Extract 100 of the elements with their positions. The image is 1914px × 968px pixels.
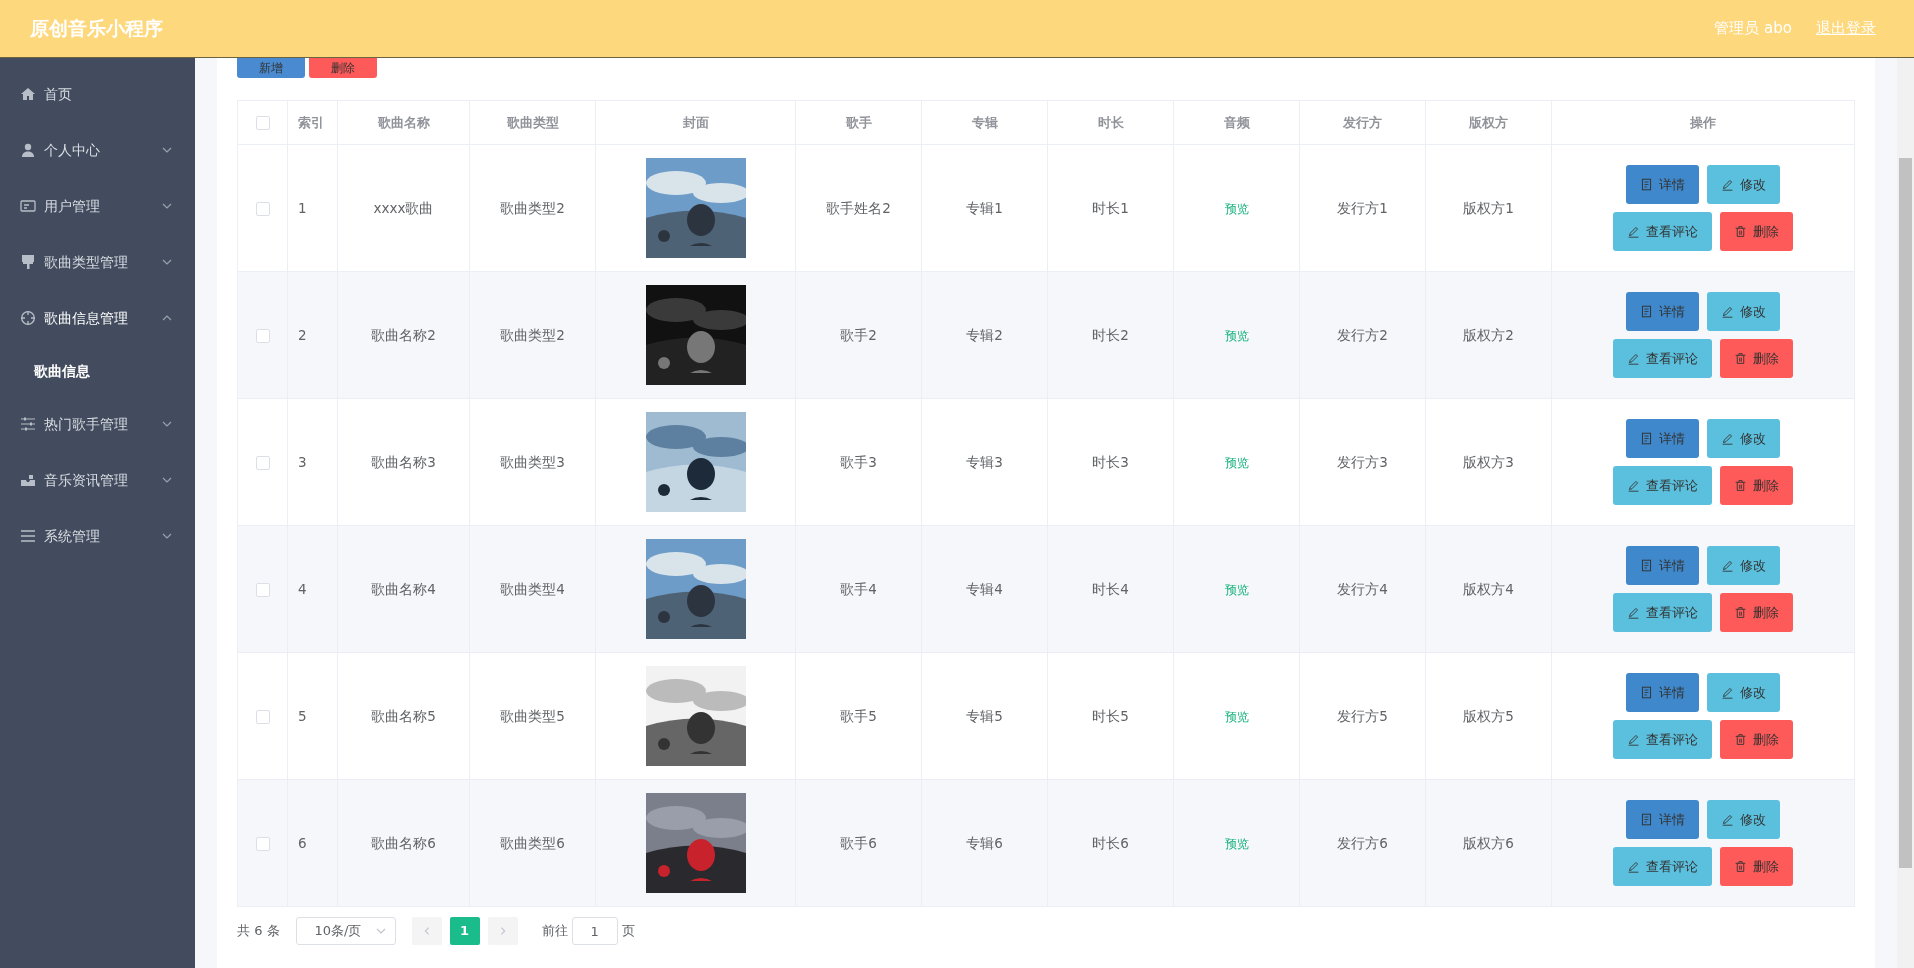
table-cell: 歌手4: [840, 580, 877, 597]
sidebar-item[interactable]: 用户管理: [0, 178, 195, 234]
document-icon: [1640, 305, 1653, 318]
menu-icon: [20, 528, 36, 544]
detail-button[interactable]: 详情: [1626, 673, 1699, 712]
detail-button[interactable]: 详情: [1626, 419, 1699, 458]
sidebar-item[interactable]: 热门歌手管理: [0, 396, 195, 452]
row-checkbox[interactable]: [255, 328, 270, 343]
row-checkbox[interactable]: [255, 836, 270, 851]
select-all-checkbox[interactable]: [255, 116, 270, 131]
pencil-icon: [1627, 606, 1640, 619]
edit-button[interactable]: 修改: [1707, 673, 1780, 712]
table-cell: 发行方4: [1337, 580, 1388, 597]
table-cell: 发行方2: [1337, 326, 1388, 343]
table-cell: xxxx歌曲: [373, 199, 434, 216]
column-header: 封面: [682, 114, 709, 130]
row-checkbox[interactable]: [255, 582, 270, 597]
page-size-select[interactable]: 10条/页: [295, 917, 396, 945]
scrollbar[interactable]: [1897, 58, 1914, 968]
column-header: 索引: [298, 114, 324, 130]
table-cell: 版权方6: [1463, 834, 1514, 851]
table-cell: 专辑3: [966, 453, 1003, 470]
table-cell: 歌手6: [840, 834, 877, 851]
table-cell: 歌曲类型3: [500, 453, 565, 470]
table-cell: 歌曲名称6: [371, 834, 436, 851]
pencil-icon: [1721, 305, 1734, 318]
column-header: 音频: [1223, 114, 1250, 130]
row-checkbox[interactable]: [255, 455, 270, 470]
table-cell: 时长5: [1092, 707, 1129, 724]
table-cell: 歌曲类型5: [500, 707, 565, 724]
column-header: 歌曲名称: [377, 114, 430, 130]
delete-button[interactable]: 删除: [1720, 593, 1793, 632]
detail-button[interactable]: 详情: [1626, 292, 1699, 331]
trash-icon: [1734, 860, 1747, 873]
sidebar-item[interactable]: 首页: [0, 66, 195, 122]
table-cell: 4: [298, 580, 307, 597]
table-cell: 歌手3: [840, 453, 877, 470]
delete-button[interactable]: 删除: [1720, 466, 1793, 505]
table-cell: 歌曲类型4: [500, 580, 565, 597]
table-cell: 版权方2: [1463, 326, 1514, 343]
table-cell: 专辑4: [966, 580, 1003, 597]
home-icon: [20, 86, 36, 102]
pencil-icon: [1721, 686, 1734, 699]
detail-button[interactable]: 详情: [1626, 546, 1699, 585]
table-cell: 专辑2: [966, 326, 1003, 343]
edit-button[interactable]: 修改: [1707, 165, 1780, 204]
sidebar-item[interactable]: 个人中心: [0, 122, 195, 178]
row-checkbox[interactable]: [255, 201, 270, 216]
delete-button[interactable]: 删除: [1720, 339, 1793, 378]
comments-button[interactable]: 查看评论: [1613, 466, 1712, 505]
edit-button[interactable]: 修改: [1707, 800, 1780, 839]
pencil-icon: [1627, 733, 1640, 746]
column-header: 专辑: [971, 114, 998, 130]
trash-icon: [1734, 479, 1747, 492]
page-input[interactable]: 1: [571, 917, 618, 945]
table-cell: 版权方3: [1463, 453, 1514, 470]
table-cell: 歌曲名称3: [371, 453, 436, 470]
pencil-icon: [1627, 225, 1640, 238]
sidebar-subitem[interactable]: 歌曲信息: [0, 346, 195, 396]
column-header: 歌手: [845, 114, 872, 130]
total-count: 共 6 条: [237, 922, 280, 941]
table-cell: 时长2: [1092, 326, 1129, 343]
table-cell: 专辑6: [966, 834, 1003, 851]
edit-button[interactable]: 修改: [1707, 419, 1780, 458]
detail-button[interactable]: 详情: [1626, 800, 1699, 839]
comments-button[interactable]: 查看评论: [1613, 720, 1712, 759]
table-cell: 发行方3: [1337, 453, 1388, 470]
tray-icon: [20, 472, 36, 488]
row-checkbox[interactable]: [255, 709, 270, 724]
sidebar-item[interactable]: 系统管理: [0, 508, 195, 564]
comments-button[interactable]: 查看评论: [1613, 593, 1712, 632]
delete-button[interactable]: 删除: [1720, 212, 1793, 251]
detail-button[interactable]: 详情: [1626, 165, 1699, 204]
edit-button[interactable]: 修改: [1707, 546, 1780, 585]
table-cell: 专辑5: [966, 707, 1003, 724]
previous-page-button[interactable]: [411, 917, 442, 945]
delete-button[interactable]: 删除: [1720, 847, 1793, 886]
document-icon: [1640, 559, 1653, 572]
trash-icon: [1734, 225, 1747, 238]
add-button[interactable]: 新增: [237, 58, 305, 78]
comments-button[interactable]: 查看评论: [1613, 339, 1712, 378]
delete-button[interactable]: 删除: [1720, 720, 1793, 759]
comments-button[interactable]: 查看评论: [1613, 847, 1712, 886]
column-header: 操作: [1690, 114, 1716, 130]
comments-button[interactable]: 查看评论: [1613, 212, 1712, 251]
table-cell: 歌曲名称4: [371, 580, 436, 597]
edit-button[interactable]: 修改: [1707, 292, 1780, 331]
column-header: 版权方: [1469, 114, 1508, 130]
table-cell: 版权方5: [1463, 707, 1514, 724]
table-cell: 歌手5: [840, 707, 877, 724]
sidebar-item[interactable]: 歌曲类型管理: [0, 234, 195, 290]
next-page-button[interactable]: [487, 917, 518, 945]
document-icon: [1640, 813, 1653, 826]
table-cell: 版权方1: [1463, 199, 1514, 216]
table-cell: 专辑1: [966, 199, 1003, 216]
delete-button[interactable]: 删除: [309, 58, 377, 78]
sidebar-item[interactable]: 音乐资讯管理: [0, 452, 195, 508]
user-label: 管理员 abo: [1714, 18, 1792, 40]
sidebar-item[interactable]: 歌曲信息管理: [0, 290, 195, 346]
table-cell: 1: [298, 199, 307, 216]
